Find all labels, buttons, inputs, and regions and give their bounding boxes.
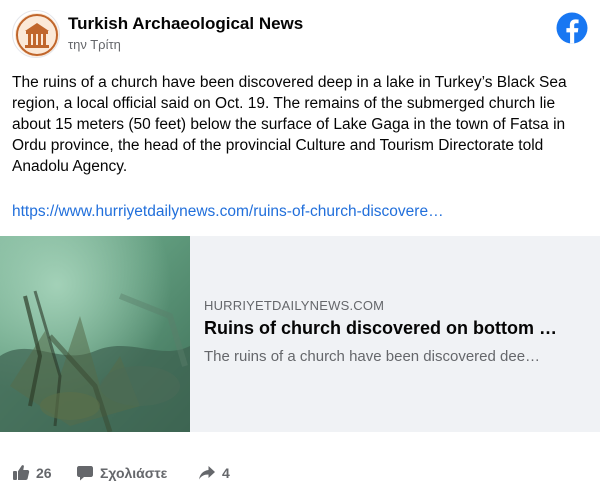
preview-description: The ruins of a church have been discover… bbox=[204, 348, 541, 365]
thumbs-up-icon bbox=[12, 464, 30, 482]
like-count: 26 bbox=[36, 465, 52, 481]
post-body-text: The ruins of a church have been discover… bbox=[12, 74, 567, 175]
comment-label: Σχολιάστε bbox=[100, 465, 168, 481]
post-actions-bar: 26 Σχολιάστε 4 bbox=[12, 462, 588, 484]
share-button[interactable]: 4 bbox=[198, 462, 230, 484]
like-button[interactable]: 26 bbox=[12, 462, 52, 484]
facebook-logo-icon[interactable] bbox=[556, 12, 588, 44]
page-avatar[interactable] bbox=[12, 10, 60, 58]
post-link[interactable]: https://www.hurriyetdailynews.com/ruins-… bbox=[12, 203, 588, 221]
preview-title[interactable]: Ruins of church discovered on bottom … bbox=[204, 318, 594, 339]
share-count: 4 bbox=[222, 465, 230, 481]
page-name[interactable]: Turkish Archaeological News bbox=[68, 14, 303, 34]
preview-info[interactable]: HURRIYETDAILYNEWS.COM Ruins of church di… bbox=[204, 236, 594, 432]
comment-icon bbox=[76, 464, 94, 482]
comment-button[interactable]: Σχολιάστε bbox=[76, 462, 167, 484]
preview-domain: HURRIYETDAILYNEWS.COM bbox=[204, 298, 385, 313]
link-preview-card[interactable]: HURRIYETDAILYNEWS.COM Ruins of church di… bbox=[0, 236, 600, 432]
post-header: Turkish Archaeological News την Τρίτη bbox=[12, 10, 588, 58]
facebook-post: Turkish Archaeological News την Τρίτη Th… bbox=[0, 0, 600, 492]
share-arrow-icon bbox=[198, 464, 216, 482]
page-logo-icon bbox=[15, 13, 59, 57]
post-timestamp[interactable]: την Τρίτη bbox=[68, 37, 121, 52]
preview-image[interactable] bbox=[0, 236, 190, 432]
